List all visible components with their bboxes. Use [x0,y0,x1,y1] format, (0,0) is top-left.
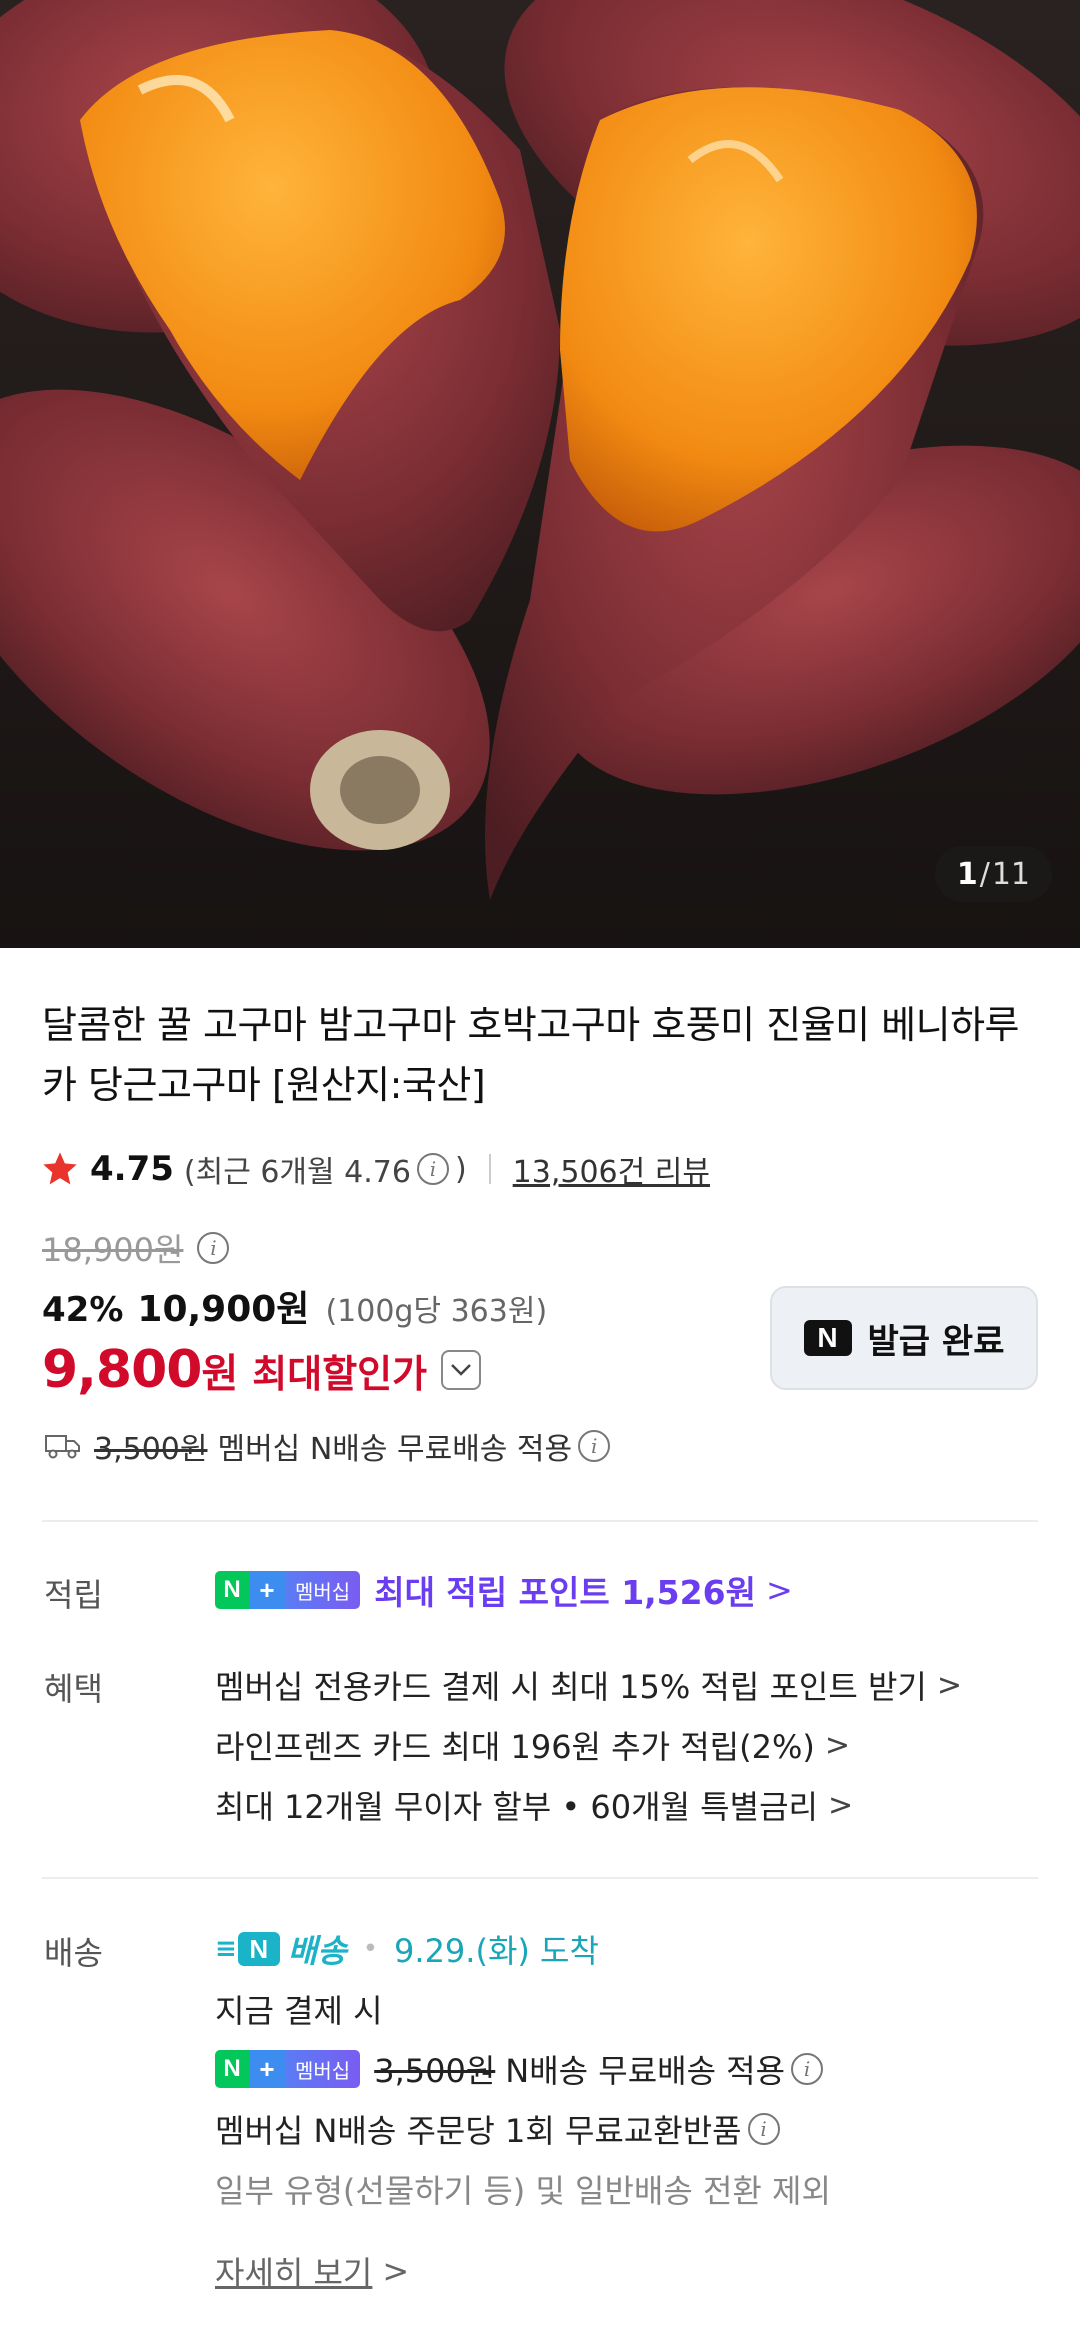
free-shipping-text: N배송 무료배송 적용 [505,2052,786,2090]
sale-price: 10,900원 [137,1289,310,1330]
sale-price-row: 42% 10,900원 (100g당 363원) [42,1280,547,1332]
benefit-item[interactable]: 멤버십 전용카드 결제 시 최대 15% 적립 포인트 받기 > [215,1662,962,1708]
free-exchange-text: 멤버십 N배송 주문당 1회 무료교환반품 [215,2112,742,2150]
benefit-text: 최대 12개월 무이자 할부 • 60개월 특별금리 [215,1788,818,1826]
n-delivery-text: 배송 [287,1932,347,1970]
info-icon[interactable]: i [578,1430,611,1462]
review-count-link[interactable]: 13,506건 리뷰 [513,1147,710,1191]
chevron-right-icon: > [827,1787,854,1823]
naver-n-icon: N [215,1571,249,1609]
points-section-label: 적립 [44,1576,103,1614]
benefit-item[interactable]: 라인프렌즈 카드 최대 196원 추가 적립(2%) > [215,1722,850,1768]
recent-rating: (최근 6개월 4.76 i ) [184,1147,467,1191]
delivery-arrival-row: ≡ N 배송 • 9.29.(화) 도착 [215,1926,599,1972]
sweet-potato-illustration [0,0,1080,948]
max-discount-currency: 원 [201,1351,239,1397]
membership-badge: N + 멤버십 [215,1571,361,1609]
benefit-text: 멤버십 전용카드 결제 시 최대 15% 적립 포인트 받기 [215,1668,927,1706]
info-icon[interactable]: i [416,1153,449,1185]
max-discount-row[interactable]: 9,800 원 최대할인가 [42,1340,482,1400]
benefit-item[interactable]: 최대 12개월 무이자 할부 • 60개월 특별금리 > [215,1782,853,1828]
recent-rating-text: (최근 6개월 4.76 [183,1155,411,1190]
star-icon [43,1152,77,1185]
max-discount-label: 최대할인가 [252,1351,428,1396]
image-page-indicator: 1 / 11 [934,846,1052,902]
naver-n-icon: N [237,1932,280,1966]
pay-now-text: 지금 결제 시 [215,1992,383,2030]
benefit-text: 라인프렌즈 카드 최대 196원 추가 적립(2%) [215,1728,815,1766]
rating-value: 4.75 [90,1149,174,1189]
delivery-fee-row: N + 멤버십 3,500원 N배송 무료배송 적용 i [215,2046,829,2092]
free-shipping-text: 멤버십 N배송 무료배송 적용 [217,1432,573,1467]
chevron-right-icon: > [824,1727,850,1763]
original-price-amount: 18,900원 [42,1231,184,1269]
speed-lines-icon: ≡ [215,1934,237,1964]
arrival-date: 9.29.(화) 도착 [394,1932,599,1970]
n-delivery-brand: ≡ N 배송 [215,1926,347,1972]
max-points-text: 최대 적립 포인트 1,526원 [374,1573,756,1612]
original-price: 18,900원 i [42,1225,235,1271]
coupon-issued-label: 발급 완료 [867,1321,1005,1362]
info-icon[interactable]: i [791,2053,824,2085]
delivery-fee: 3,500원 [374,2052,496,2090]
recent-rating-close: ) [454,1151,467,1187]
see-details-label: 자세히 보기 [215,2254,373,2292]
naver-n-icon: N [215,2050,249,2088]
product-title: 달콤한 꿀 고구마 밤고구마 호박고구마 호풍미 진율미 베니하루카 당근고구마… [42,1003,1020,1107]
chevron-down-icon[interactable] [441,1350,482,1390]
info-icon[interactable]: i [747,2113,780,2145]
chevron-right-icon: > [765,1571,793,1609]
image-index-separator: / [979,856,990,892]
divider [42,1520,1038,1522]
shipping-fee: 3,500원 [94,1432,208,1467]
truck-icon [45,1435,80,1459]
membership-badge-text: 멤버십 [285,1571,361,1609]
exclusion-text: 일부 유형(선물하기 등) 및 일반배송 전환 제외 [215,2172,831,2210]
product-image[interactable]: 1 / 11 [0,0,1080,948]
image-current-index: 1 [956,856,978,892]
chevron-right-icon: > [382,2252,410,2290]
divider [488,1154,491,1184]
points-row[interactable]: N + 멤버십 최대 적립 포인트 1,526원 > [215,1566,793,1614]
shipping-summary: 3,500원 멤버십 N배송 무료배송 적용 i [44,1424,616,1468]
chevron-right-icon: > [936,1667,963,1703]
plus-icon: + [249,1571,285,1609]
unit-price: (100g당 363원) [325,1294,548,1329]
coupon-issued-button[interactable]: N 발급 완료 [770,1286,1038,1390]
see-details-link[interactable]: 자세히 보기 > [215,2248,409,2294]
dot-separator: • [362,1934,379,1964]
max-discount-price: 9,800 [42,1340,202,1400]
divider [42,1877,1038,1879]
membership-badge: N + 멤버십 [215,2050,361,2088]
benefits-section-label: 혜택 [44,1670,103,1708]
image-total-count: 11 [991,856,1030,892]
rating-row: 4.75 (최근 6개월 4.76 i ) 13,506건 리뷰 [40,1144,710,1194]
delivery-section-label: 배송 [44,1934,103,1972]
membership-badge-text: 멤버십 [285,2050,361,2088]
discount-rate: 42% [42,1290,124,1330]
info-icon[interactable]: i [197,1232,230,1264]
plus-icon: + [249,2050,285,2088]
naver-n-icon: N [803,1320,852,1356]
exchange-row: 멤버십 N배송 주문당 1회 무료교환반품 i [215,2106,786,2152]
